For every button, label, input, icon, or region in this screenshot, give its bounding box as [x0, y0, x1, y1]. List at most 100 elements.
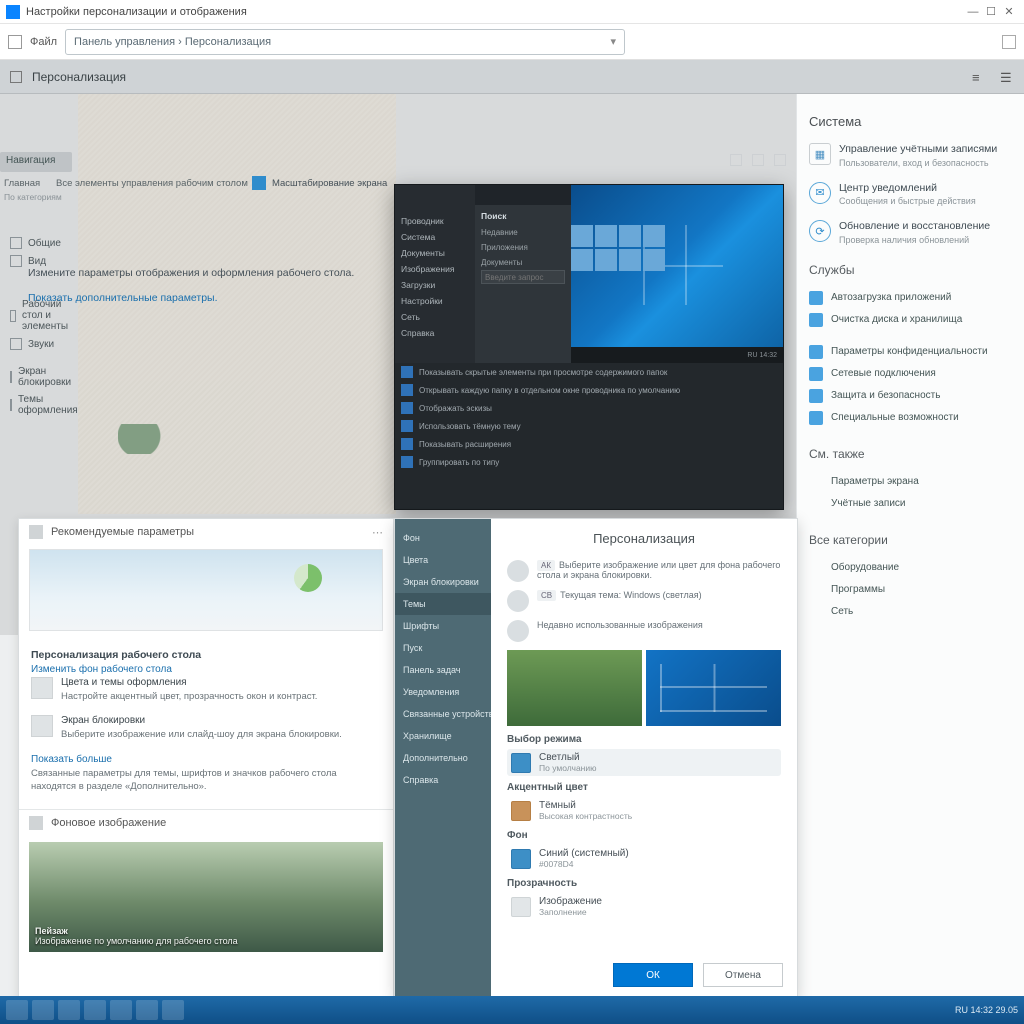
left-nav-item[interactable]: Общие	[4, 234, 76, 252]
taskbar-button[interactable]	[136, 1000, 158, 1020]
right-link[interactable]: Очистка диска и хранилища	[809, 309, 1012, 331]
right-card[interactable]: ▦ Управление учётными записямиПользовате…	[809, 143, 1012, 168]
tile-icon[interactable]	[619, 225, 641, 247]
tile-icon[interactable]	[571, 225, 593, 247]
dark-sidebar-item[interactable]: Загрузки	[399, 277, 471, 293]
settings-sidebar-item[interactable]: Цвета	[395, 549, 491, 571]
panel-photo[interactable]: Пейзаж Изображение по умолчанию для рабо…	[29, 842, 383, 952]
dark-sidebar-item[interactable]: Настройки	[399, 293, 471, 309]
right-link[interactable]: Защита и безопасность	[809, 385, 1012, 407]
toolbar-icon[interactable]	[8, 35, 22, 49]
right-link[interactable]: Сетевые подключения	[809, 363, 1012, 385]
dark-option-row[interactable]: Показывать скрытые элементы при просмотр…	[395, 363, 783, 381]
left-nav-item[interactable]: Темы оформления	[4, 391, 76, 419]
ok-button[interactable]: ОК	[613, 963, 693, 987]
taskbar-button[interactable]	[6, 1000, 28, 1020]
panel-more-icon[interactable]: ⋯	[372, 526, 383, 539]
chip-label[interactable]: Масштабирование экрана	[272, 178, 387, 189]
settings-sidebar-item[interactable]: Фон	[395, 527, 491, 549]
dark-panel-item[interactable]: Документы	[481, 255, 565, 270]
theme-preview[interactable]	[507, 650, 642, 726]
right-link[interactable]: Сеть	[809, 601, 1012, 623]
dark-sidebar-item[interactable]: Сеть	[399, 309, 471, 325]
tile-icon[interactable]	[643, 249, 665, 271]
option-icon	[401, 384, 413, 396]
settings-option[interactable]: Синий (системный)#0078D4	[507, 845, 781, 872]
right-link[interactable]: Программы	[809, 579, 1012, 601]
dark-sidebar-item[interactable]: Документы	[399, 245, 471, 261]
dark-option-row[interactable]: Использовать тёмную тему	[395, 417, 783, 435]
breadcrumb-secondary[interactable]: Все элементы управления рабочим столом	[56, 178, 248, 189]
left-nav-item[interactable]: Звуки	[4, 335, 76, 353]
right-pane-subheading: См. также	[809, 447, 1012, 461]
settings-sidebar-item[interactable]: Экран блокировки	[395, 571, 491, 593]
cancel-button[interactable]: Отмена	[703, 963, 783, 987]
body-link[interactable]: Показать дополнительные параметры.	[28, 289, 408, 308]
tile-icon[interactable]	[643, 225, 665, 247]
dark-taskbar: RU 14:32	[571, 347, 783, 363]
taskbar-button[interactable]	[110, 1000, 132, 1020]
taskbar-button[interactable]	[162, 1000, 184, 1020]
right-link[interactable]: Автозагрузка приложений	[809, 287, 1012, 309]
settings-sidebar-item[interactable]: Пуск	[395, 637, 491, 659]
right-link[interactable]: Параметры экрана	[809, 471, 1012, 493]
settings-option[interactable]: СветлыйПо умолчанию	[507, 749, 781, 776]
settings-sidebar-item[interactable]: Панель задач	[395, 659, 491, 681]
row-title: Цвета и темы оформления	[61, 677, 317, 688]
window-min-button[interactable]: —	[964, 6, 982, 18]
dark-panel-item[interactable]: Приложения	[481, 240, 565, 255]
taskbar-button[interactable]	[84, 1000, 106, 1020]
settings-option[interactable]: ТёмныйВысокая контрастность	[507, 797, 781, 824]
dark-sidebar-item[interactable]: Система	[399, 229, 471, 245]
section-link[interactable]: Показать больше	[31, 754, 381, 765]
right-link[interactable]: Специальные возможности	[809, 407, 1012, 429]
taskbar-tray[interactable]: RU 14:32 29.05	[955, 1005, 1018, 1015]
right-link[interactable]: Параметры конфиденциальности	[809, 341, 1012, 363]
dark-option-row[interactable]: Показывать расширения	[395, 435, 783, 453]
settings-info-row: СВТекущая тема: Windows (светлая)	[507, 590, 781, 612]
window-max-button[interactable]: ☐	[982, 5, 1000, 18]
section-row[interactable]: Цвета и темы оформления Настройте акцент…	[31, 677, 381, 709]
settings-sidebar-item[interactable]: Связанные устройства	[395, 703, 491, 725]
dark-option-row[interactable]: Группировать по типу	[395, 453, 783, 471]
taskbar-button[interactable]	[58, 1000, 80, 1020]
dark-sidebar-item[interactable]: Проводник	[399, 213, 471, 229]
window-close-button[interactable]: ✕	[1000, 5, 1018, 18]
breadcrumb-input[interactable]: Панель управления › Персонализация ▾	[65, 29, 625, 55]
sort-icon[interactable]: ≡	[972, 70, 986, 84]
settings-sidebar-item[interactable]: Темы	[395, 593, 491, 615]
toolbar-label[interactable]: Файл	[30, 36, 57, 48]
dialog-buttons: ОК Отмена	[613, 963, 783, 987]
taskbar-button[interactable]	[32, 1000, 54, 1020]
tile-icon[interactable]	[595, 225, 617, 247]
theme-preview[interactable]	[646, 650, 781, 726]
tile-icon[interactable]	[619, 249, 641, 271]
dark-option-row[interactable]: Отображать эскизы	[395, 399, 783, 417]
app-icon	[6, 5, 20, 19]
view-list-icon[interactable]: ☰	[1000, 70, 1014, 84]
tile-icon[interactable]	[571, 249, 593, 271]
left-nav-tab[interactable]: Навигация	[0, 152, 72, 172]
settings-sidebar-item[interactable]: Дополнительно	[395, 747, 491, 769]
right-card[interactable]: ⟳ Обновление и восстановлениеПроверка на…	[809, 220, 1012, 245]
toolbar-right-icon[interactable]	[1002, 35, 1016, 49]
dark-option-row[interactable]: Открывать каждую папку в отдельном окне …	[395, 381, 783, 399]
breadcrumb-dropdown-icon[interactable]: ▾	[611, 35, 617, 48]
right-link[interactable]: Учётные записи	[809, 493, 1012, 515]
section-link[interactable]: Изменить фон рабочего стола	[31, 664, 381, 675]
settings-option[interactable]: ИзображениеЗаполнение	[507, 893, 781, 920]
tile-icon[interactable]	[595, 249, 617, 271]
dark-sidebar-item[interactable]: Справка	[399, 325, 471, 341]
right-link[interactable]: Оборудование	[809, 557, 1012, 579]
section-row[interactable]: Экран блокировки Выберите изображение ил…	[31, 715, 381, 747]
dark-sidebar-item[interactable]: Изображения	[399, 261, 471, 277]
dark-panel-item[interactable]: Недавние	[481, 225, 565, 240]
ghost-icon	[730, 154, 742, 166]
settings-sidebar-item[interactable]: Хранилище	[395, 725, 491, 747]
right-card[interactable]: ✉ Центр уведомленийСообщения и быстрые д…	[809, 182, 1012, 207]
dark-search-input[interactable]	[481, 270, 565, 284]
settings-sidebar-item[interactable]: Шрифты	[395, 615, 491, 637]
settings-sidebar-item[interactable]: Уведомления	[395, 681, 491, 703]
left-nav-item[interactable]: Экран блокировки	[4, 363, 76, 391]
settings-sidebar-item[interactable]: Справка	[395, 769, 491, 791]
